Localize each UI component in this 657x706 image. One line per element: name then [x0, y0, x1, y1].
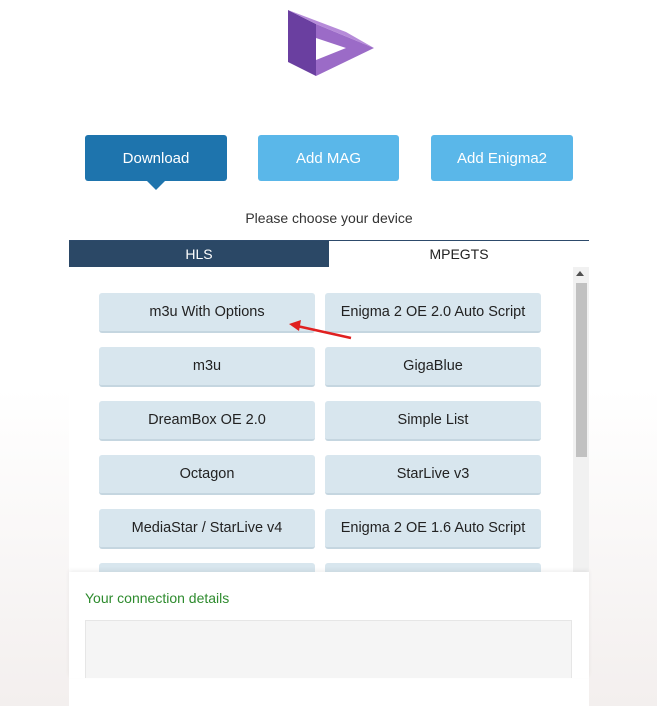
connection-details-panel: Your connection details [69, 572, 589, 678]
device-list: m3u With Options Enigma 2 OE 2.0 Auto Sc… [69, 267, 573, 572]
device-gigablue-button[interactable]: GigaBlue [325, 347, 541, 387]
connection-details-field[interactable] [85, 620, 572, 678]
device-mediastar-button[interactable]: MediaStar / StarLive v4 [99, 509, 315, 549]
device-enigma2-oe16-button[interactable]: Enigma 2 OE 1.6 Auto Script [325, 509, 541, 549]
device-octagon-button[interactable]: Octagon [99, 455, 315, 495]
tab-hls[interactable]: HLS [69, 241, 329, 267]
device-partial-left-button[interactable] [99, 563, 315, 572]
tab-mpegts[interactable]: MPEGTS [329, 241, 589, 267]
scroll-up-icon[interactable] [576, 271, 584, 276]
device-m3u-button[interactable]: m3u [99, 347, 315, 387]
device-dreambox-button[interactable]: DreamBox OE 2.0 [99, 401, 315, 441]
annotation-arrow-icon [289, 320, 352, 340]
add-enigma2-button[interactable]: Add Enigma2 [431, 135, 573, 181]
choose-device-prompt: Please choose your device [245, 210, 413, 226]
device-m3u-with-options-button[interactable]: m3u With Options [99, 293, 315, 333]
device-list-scrollbar[interactable] [573, 267, 589, 572]
device-starlive-v3-button[interactable]: StarLive v3 [325, 455, 541, 495]
connection-details-title: Your connection details [85, 590, 230, 606]
device-partial-right-button[interactable] [325, 563, 541, 572]
play-logo-icon [288, 10, 374, 76]
active-tab-caret [147, 181, 165, 190]
device-enigma2-oe20-button[interactable]: Enigma 2 OE 2.0 Auto Script [325, 293, 541, 333]
device-simple-list-button[interactable]: Simple List [325, 401, 541, 441]
format-tabs: HLS MPEGTS [69, 240, 589, 267]
download-button[interactable]: Download [85, 135, 227, 181]
scrollbar-thumb[interactable] [576, 283, 587, 457]
page: Download Add MAG Add Enigma2 Please choo… [0, 0, 657, 706]
add-mag-button[interactable]: Add MAG [258, 135, 399, 181]
